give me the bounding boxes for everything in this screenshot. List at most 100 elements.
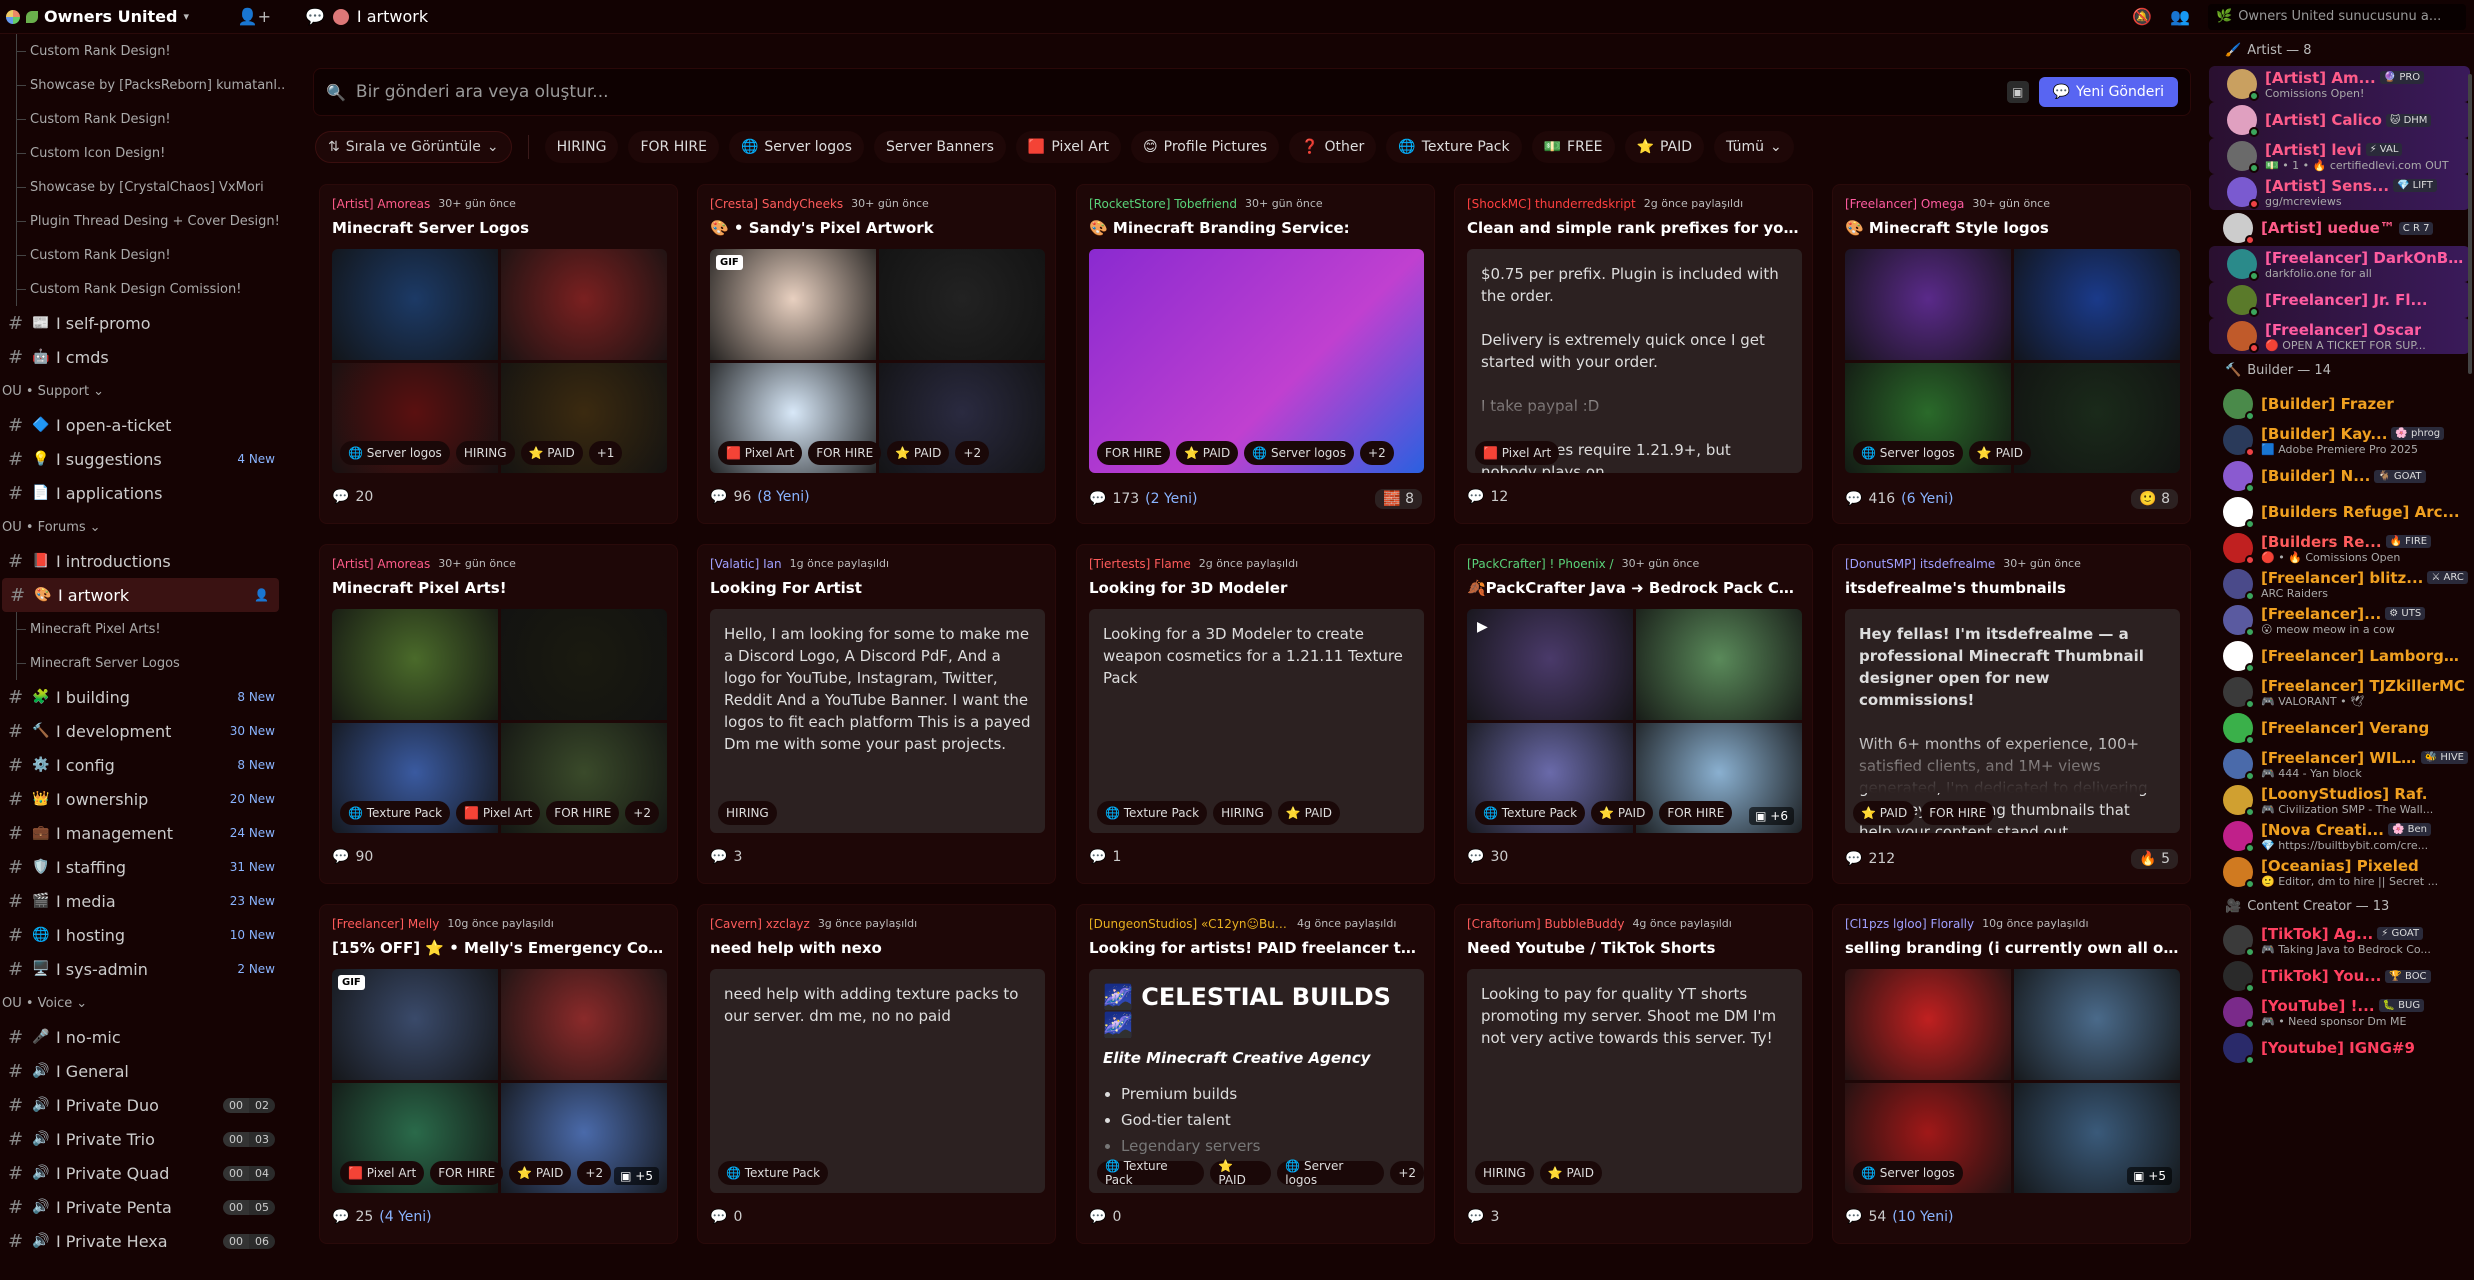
post-tag[interactable]: ⭐ PAID	[509, 1161, 572, 1185]
post-tag[interactable]: 🌐 Server logos	[1853, 1161, 1963, 1185]
member-row[interactable]: [Builder] Kay... 🌸 phrog 🟦 Adobe Premiere …	[2205, 422, 2474, 458]
post-tag[interactable]: 🌐 Server logos	[1244, 441, 1355, 465]
member-scrollbar[interactable]	[2468, 74, 2472, 374]
post-author[interactable]: [PackCrafter] ! Phoenix /	[1467, 557, 1614, 571]
post-tag[interactable]: 🌐 Server logos	[1853, 441, 1963, 465]
member-row[interactable]: [Freelancer] Lamborghini...	[2205, 638, 2474, 674]
voice-channel-item[interactable]: # 🔊 I Private Hexa 00 06	[0, 1224, 285, 1258]
post-title[interactable]: Minecraft Pixel Arts!	[332, 579, 667, 597]
channel-item[interactable]: # 🎬 I media 23 New	[0, 884, 285, 918]
filter-tag[interactable]: 😊 Profile Pictures	[1131, 131, 1280, 163]
forum-search-bar[interactable]: 🔍 Bir gönderi ara veya oluştur... ▣ 💬 Ye…	[313, 68, 2191, 116]
category-header[interactable]: OU • Forums ⌄	[0, 510, 285, 544]
post-title[interactable]: need help with nexo	[710, 939, 1045, 957]
post-author[interactable]: [Tiertests] Flame	[1089, 557, 1191, 571]
reaction-badge[interactable]: 🧱 8	[1375, 489, 1422, 509]
post-title[interactable]: Need Youtube / TikTok Shorts	[1467, 939, 1802, 957]
post-tag[interactable]: 🌐 Texture Pack	[1097, 1159, 1205, 1187]
post-tag[interactable]: 🟥 Pixel Art	[718, 441, 803, 465]
member-row[interactable]: [Builders Re... 🔥 FIRE 🔴 • 🔥 Comissions Op…	[2205, 530, 2474, 566]
post-title[interactable]: Looking For Artist	[710, 579, 1045, 597]
post-tag[interactable]: 🌐 Texture Pack	[1097, 801, 1208, 825]
post-tag[interactable]: 🟥 Pixel Art	[1475, 441, 1560, 465]
member-row[interactable]: [Artist] uedue™ C R 7	[2205, 210, 2474, 246]
filter-tag[interactable]: 🟥 Pixel Art	[1015, 131, 1122, 163]
filter-tag[interactable]: ❓ Other	[1289, 131, 1377, 163]
channel-item[interactable]: # 👑 I ownership 20 New	[0, 782, 285, 816]
member-row[interactable]: [Freelancer]... ⚙ UTS 😮 meow meow in a cow	[2205, 602, 2474, 638]
thread-item[interactable]: Custom Rank Design!	[0, 102, 285, 136]
post-tag[interactable]: ⭐ PAID	[1853, 801, 1916, 825]
post-tag[interactable]: ⭐ PAID	[1968, 441, 2032, 465]
voice-channel-item[interactable]: # 🔊 I Private Duo 00 02	[0, 1088, 285, 1122]
post-tag[interactable]: 🌐 Texture Pack	[1475, 801, 1586, 825]
post-tag[interactable]: ⭐ PAID	[1210, 1159, 1272, 1187]
notification-mute-icon[interactable]: 🔕	[2132, 7, 2152, 26]
post-card[interactable]: [Valatic] Ian 1g önce paylaşıldı Looking F…	[697, 544, 1056, 884]
image-upload-icon[interactable]: ▣	[2006, 81, 2029, 103]
member-row[interactable]: [Builder] Frazer	[2205, 386, 2474, 422]
post-tag[interactable]: ⭐ PAID	[520, 441, 583, 465]
member-row[interactable]: [Nova Creati... 🌸 Ben 💎 https://builtbybit…	[2205, 818, 2474, 854]
member-row[interactable]: [TikTok] Ag... ⚡ GOAT 🎮 Taking Java to Bed…	[2205, 922, 2474, 958]
reaction-badge[interactable]: 🙂 8	[2131, 489, 2178, 509]
post-tag[interactable]: HIRING	[455, 441, 515, 465]
post-card[interactable]: [Cavern] xzclayz 3g önce paylaşıldı need h…	[697, 904, 1056, 1244]
post-card[interactable]: [Cresta] SandyCheeks 30+ gün önce 🎨 • Sand…	[697, 184, 1056, 524]
post-tag[interactable]: +2	[1360, 441, 1394, 465]
channel-item[interactable]: # 🤖 I cmds	[0, 340, 285, 374]
post-card[interactable]: [Cl1pzs lgloo] Florally 10g önce paylaşıl…	[1832, 904, 2191, 1244]
post-author[interactable]: [Valatic] Ian	[710, 557, 782, 571]
post-tag[interactable]: FOR HIRE	[546, 801, 620, 825]
post-card[interactable]: [Artist] Amoreas 30+ gün önce Minecraft Se…	[319, 184, 678, 524]
voice-channel-item[interactable]: # 🎤 I no-mic	[0, 1020, 285, 1054]
post-author[interactable]: [Freelancer] Melly	[332, 917, 439, 931]
filter-tag[interactable]: Server Banners	[873, 131, 1006, 163]
post-author[interactable]: [Cl1pzs lgloo] Florally	[1845, 917, 1974, 931]
filter-tag[interactable]: 🌐 Texture Pack	[1386, 131, 1522, 163]
member-row[interactable]: [Artist] Calico 🐱 DHM	[2209, 102, 2470, 138]
member-row[interactable]: [Freelancer] WILD... 🐝 HIVE 🎮 444 - Yan bl…	[2205, 746, 2474, 782]
member-row[interactable]: [Freelancer] DarkOnB... darkfolio.one for…	[2209, 246, 2470, 282]
post-preview[interactable]: Hello, I am looking for some to make me …	[710, 609, 1045, 833]
post-card[interactable]: [ShockMC] thunderredskript 2g önce paylaş…	[1454, 184, 1813, 524]
channel-item[interactable]: # 🧩 I building 8 New	[0, 680, 285, 714]
post-author[interactable]: [Cavern] xzclayz	[710, 917, 810, 931]
member-row[interactable]: [Freelancer] TJZkillerMC 🎮 VALORANT • 🕊	[2205, 674, 2474, 710]
post-tag[interactable]: +2	[577, 1161, 612, 1185]
post-tag[interactable]: ⭐ PAID	[1175, 441, 1239, 465]
post-title[interactable]: 🎨 • Sandy's Pixel Artwork	[710, 219, 1045, 237]
channel-item[interactable]: # ⚙️ I config 8 New	[0, 748, 285, 782]
post-card[interactable]: [Tiertests] Flame 2g önce paylaşıldı Looki…	[1076, 544, 1435, 884]
post-title[interactable]: Clean and simple rank prefixes for your …	[1467, 219, 1802, 237]
member-row[interactable]: [LoonyStudios] Raf. 🎮 Civilization SMP - …	[2205, 782, 2474, 818]
voice-channel-item[interactable]: # 🔊 I Private Trio 00 03	[0, 1122, 285, 1156]
post-preview[interactable]: need help with adding texture packs to o…	[710, 969, 1045, 1193]
post-card[interactable]: [DonutSMP] itsdefrealme 30+ gün önce itsde…	[1832, 544, 2191, 884]
add-member-icon[interactable]: 👤+	[238, 7, 271, 26]
member-row[interactable]: [Artist] levi ⚡ VAL 💵 • 1 • 🔥 certifiedlev…	[2209, 138, 2470, 174]
forum-search-input[interactable]: Bir gönderi ara veya oluştur...	[356, 82, 1997, 102]
post-card[interactable]: [Artist] Amoreas 30+ gün önce Minecraft Pi…	[319, 544, 678, 884]
channel-item[interactable]: # 🎨 I artwork 👤	[2, 578, 279, 612]
post-preview[interactable]: Looking to pay for quality YT shorts pro…	[1467, 969, 1802, 1193]
post-preview[interactable]: ▣ +5 🌐 Server logos	[1845, 969, 2180, 1193]
filter-tag[interactable]: HIRING	[544, 131, 619, 163]
post-tag[interactable]: 🌐 Server logos	[1277, 1159, 1385, 1187]
post-tag[interactable]: 🟥 Pixel Art	[340, 1161, 425, 1185]
post-tag[interactable]: 🟥 Pixel Art	[456, 801, 541, 825]
member-list-icon[interactable]: 👥	[2170, 7, 2190, 26]
thread-item[interactable]: Custom Icon Design!	[0, 136, 285, 170]
post-tag[interactable]: +2	[1390, 1161, 1424, 1185]
post-author[interactable]: [Artist] Amoreas	[332, 557, 430, 571]
post-preview[interactable]: ▶ ▣ +6 🌐 Texture Pack ⭐ PAID FOR HIRE	[1467, 609, 1802, 833]
thread-item[interactable]: Custom Rank Design Comission!	[0, 272, 285, 306]
post-tag[interactable]: +2	[625, 801, 659, 825]
post-tag[interactable]: 🌐 Server logos	[340, 441, 450, 465]
thread-item[interactable]: Minecraft Pixel Arts!	[0, 612, 285, 646]
post-title[interactable]: 🎨 Minecraft Branding Service:	[1089, 219, 1424, 237]
category-header[interactable]: OU • Support ⌄	[0, 374, 285, 408]
sort-button[interactable]: ⇅ Sırala ve Görüntüle ⌄	[315, 131, 512, 163]
post-card[interactable]: [Freelancer] Omega 30+ gün önce 🎨 Minecraf…	[1832, 184, 2191, 524]
post-preview[interactable]: FOR HIRE ⭐ PAID 🌐 Server logos +2	[1089, 249, 1424, 473]
